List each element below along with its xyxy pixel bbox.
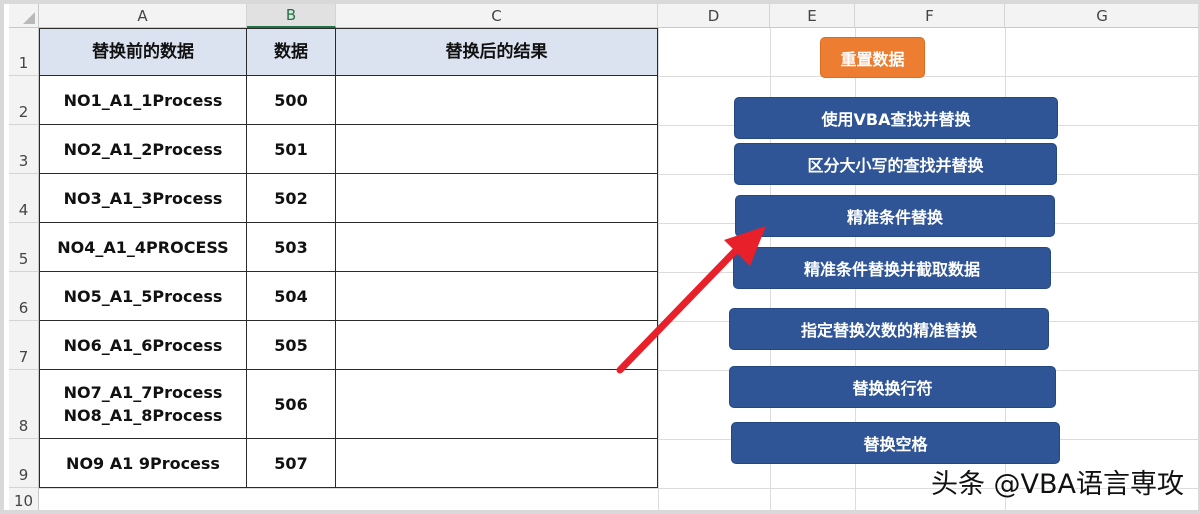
column-header-e[interactable]: E: [770, 4, 855, 28]
case-sensitive-replace-button[interactable]: 区分大小写的查找并替换: [734, 143, 1057, 185]
row-header-10[interactable]: 10: [9, 488, 39, 514]
select-all-corner[interactable]: [9, 4, 39, 28]
table-cell-text[interactable]: NO5_A1_5Process: [39, 272, 247, 321]
row-header-1[interactable]: 1: [9, 28, 39, 76]
column-header-g[interactable]: G: [1005, 4, 1200, 28]
table-cell-value[interactable]: 507: [247, 439, 336, 488]
exact-replace-button[interactable]: 精准条件替换: [735, 195, 1055, 237]
table-cell-value[interactable]: 503: [247, 223, 336, 272]
table-cell-text[interactable]: NO4_A1_4PROCESS: [39, 223, 247, 272]
annotation-arrow-icon: [616, 226, 766, 374]
watermark: 头条 @VBA语言専攻: [930, 469, 1184, 500]
table-header-before[interactable]: 替换前的数据: [39, 28, 247, 76]
row-header-5[interactable]: 5: [9, 223, 39, 272]
reset-data-button[interactable]: 重置数据: [820, 37, 925, 78]
table-cell-result[interactable]: [336, 439, 658, 488]
table-cell-text[interactable]: NO9 A1 9Process: [39, 439, 247, 488]
column-header-c[interactable]: C: [336, 4, 658, 28]
column-header-f[interactable]: F: [855, 4, 1005, 28]
table-cell-result[interactable]: [336, 125, 658, 174]
table-cell-text[interactable]: NO6_A1_6Process: [39, 321, 247, 370]
row-header-2[interactable]: 2: [9, 76, 39, 125]
table-cell-line: NO7_A1_7Process: [63, 383, 223, 402]
column-header-a[interactable]: A: [39, 4, 247, 28]
replace-space-button[interactable]: 替换空格: [731, 422, 1060, 464]
table-cell-text[interactable]: NO7_A1_7Process NO8_A1_8Process: [39, 370, 247, 439]
row-header-8[interactable]: 8: [9, 370, 39, 439]
table-cell-value[interactable]: 502: [247, 174, 336, 223]
table-cell-value[interactable]: 501: [247, 125, 336, 174]
table-cell-text[interactable]: NO2_A1_2Process: [39, 125, 247, 174]
row-header-7[interactable]: 7: [9, 321, 39, 370]
table-cell-value[interactable]: 504: [247, 272, 336, 321]
table-cell-value[interactable]: 505: [247, 321, 336, 370]
table-header-data[interactable]: 数据: [247, 28, 336, 76]
row-header-4[interactable]: 4: [9, 174, 39, 223]
table-header-result[interactable]: 替换后的结果: [336, 28, 658, 76]
column-header-b[interactable]: B: [247, 4, 336, 28]
row-header-3[interactable]: 3: [9, 125, 39, 174]
row-header-9[interactable]: 9: [9, 439, 39, 488]
select-all-triangle-icon: [23, 12, 35, 24]
column-header-d[interactable]: D: [658, 4, 770, 28]
table-cell-value[interactable]: 506: [247, 370, 336, 439]
exact-replace-extract-button[interactable]: 精准条件替换并截取数据: [733, 247, 1051, 289]
table-cell-text[interactable]: NO3_A1_3Process: [39, 174, 247, 223]
row-header-6[interactable]: 6: [9, 272, 39, 321]
table-cell-result[interactable]: [336, 76, 658, 125]
vba-find-replace-button[interactable]: 使用VBA查找并替换: [734, 97, 1058, 139]
table-cell-text[interactable]: NO1_A1_1Process: [39, 76, 247, 125]
table-cell-line: NO8_A1_8Process: [63, 406, 223, 425]
table-cell-value[interactable]: 500: [247, 76, 336, 125]
